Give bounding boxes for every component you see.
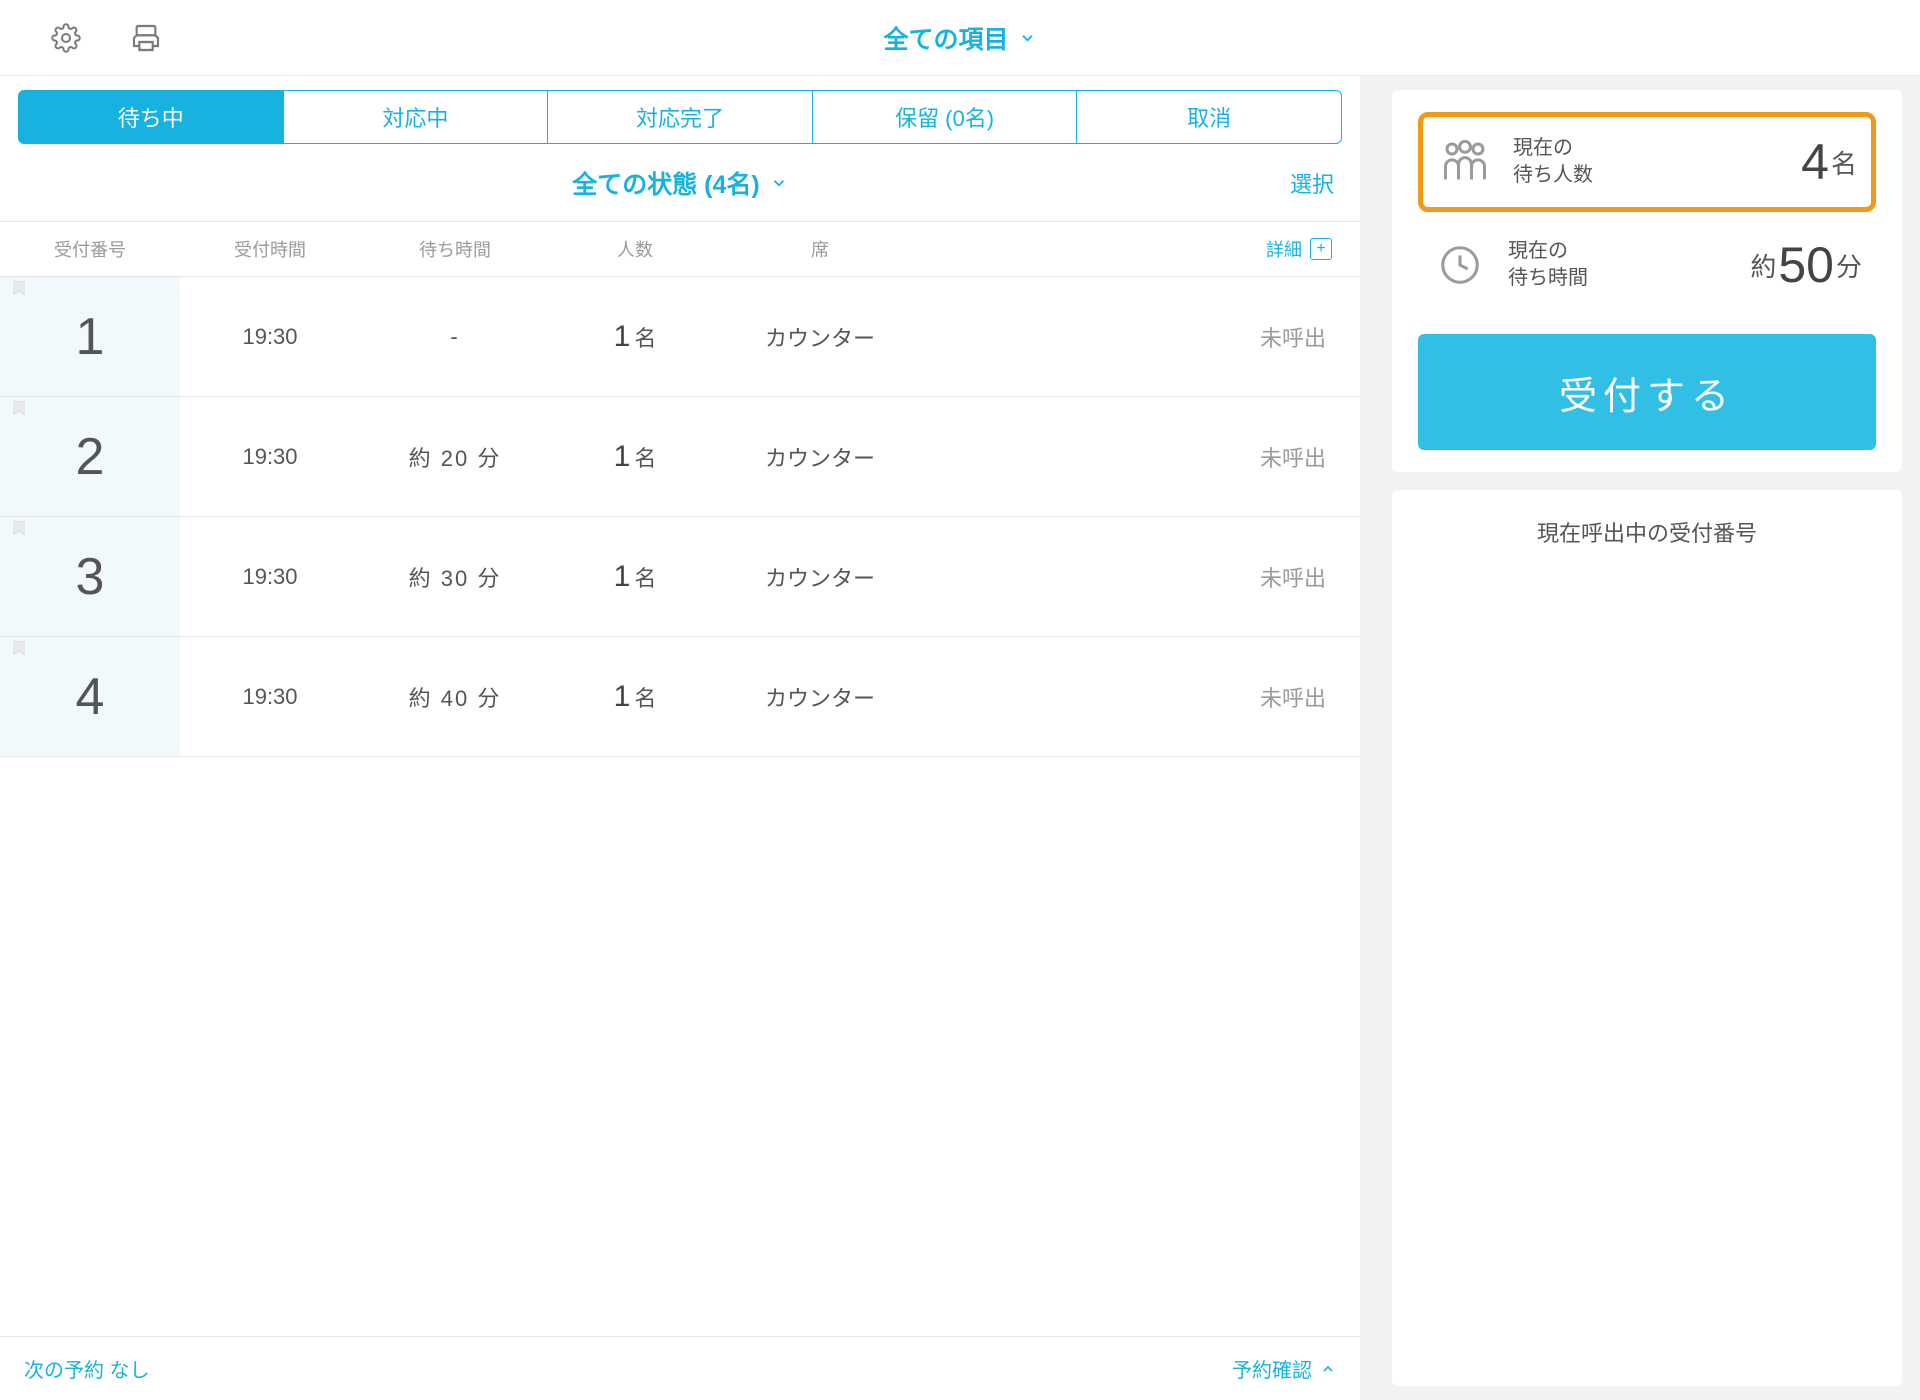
- settings-button[interactable]: [44, 16, 88, 60]
- cell-seat: カウンター: [720, 561, 920, 593]
- queue-panel: 待ち中 対応中 対応完了 保留 (0名) 取消 全ての状態 (4名) 選択 受付…: [0, 76, 1374, 1400]
- table-row[interactable]: 319:30約 30 分1名カウンター未呼出: [0, 517, 1360, 637]
- wait-time-prefix: 約: [1750, 247, 1776, 284]
- accept-button[interactable]: 受付する: [1418, 334, 1876, 450]
- stat-wait-time: 現在の 待ち時間 約 50 分: [1418, 220, 1876, 310]
- wait-time-l1: 現在の: [1508, 238, 1588, 265]
- cell-people: 1名: [550, 440, 720, 474]
- status-tabbar: 待ち中 対応中 対応完了 保留 (0名) 取消: [0, 76, 1360, 144]
- tab-cancel[interactable]: 取消: [1077, 90, 1342, 144]
- people-icon: [1439, 136, 1491, 188]
- wait-people-l2: 待ち人数: [1513, 162, 1593, 189]
- cell-recv-time: 19:30: [180, 444, 360, 470]
- wait-people-suffix: 名: [1831, 144, 1857, 181]
- bookmark-icon: [10, 396, 28, 420]
- table-row[interactable]: 419:30約 40 分1名カウンター未呼出: [0, 637, 1360, 757]
- cell-recv-time: 19:30: [180, 324, 360, 350]
- select-button[interactable]: 選択: [1290, 167, 1334, 199]
- cell-status: 未呼出: [920, 561, 1360, 593]
- filter-dropdown[interactable]: 全ての状態 (4名): [572, 165, 788, 201]
- calling-title: 現在呼出中の受付番号: [1418, 516, 1876, 548]
- col-seat: 席: [720, 236, 920, 262]
- cell-seat: カウンター: [720, 441, 920, 473]
- col-wait-time: 待ち時間: [360, 236, 550, 262]
- bookmark-icon: [10, 636, 28, 660]
- detail-label: 詳細: [1266, 236, 1302, 262]
- confirm-label: 予約確認: [1232, 1354, 1312, 1383]
- next-reservation[interactable]: 次の予約 なし: [24, 1354, 150, 1383]
- table-row[interactable]: 119:30-1名カウンター未呼出: [0, 277, 1360, 397]
- reservation-confirm[interactable]: 予約確認: [1232, 1354, 1336, 1383]
- chevron-up-icon: [1320, 1361, 1336, 1377]
- cell-seat: カウンター: [720, 321, 920, 353]
- chevron-down-icon: [1019, 29, 1037, 47]
- cell-status: 未呼出: [920, 321, 1360, 353]
- cell-status: 未呼出: [920, 441, 1360, 473]
- table-row[interactable]: 219:30約 20 分1名カウンター未呼出: [0, 397, 1360, 517]
- cell-recv-time: 19:30: [180, 684, 360, 710]
- wait-time-l2: 待ち時間: [1508, 265, 1588, 292]
- tab-hold[interactable]: 保留 (0名): [813, 90, 1078, 144]
- printer-icon: [130, 22, 162, 54]
- cell-wait-time: 約 40 分: [360, 681, 550, 713]
- cell-seat: カウンター: [720, 681, 920, 713]
- wait-people-value: 4: [1801, 137, 1829, 187]
- footer-bar: 次の予約 なし 予約確認: [0, 1336, 1360, 1400]
- stat-card: 現在の 待ち人数 4 名 現在の 待ち時間: [1392, 90, 1902, 472]
- cell-recv-time: 19:30: [180, 564, 360, 590]
- side-panel: 現在の 待ち人数 4 名 現在の 待ち時間: [1374, 76, 1920, 1400]
- col-recv-time: 受付時間: [180, 236, 360, 262]
- gear-icon: [51, 23, 81, 53]
- filter-label: 全ての状態 (4名): [572, 165, 760, 201]
- col-detail[interactable]: 詳細 +: [920, 236, 1344, 262]
- cell-wait-time: 約 20 分: [360, 441, 550, 473]
- bookmark-icon: [10, 277, 28, 300]
- wait-people-l1: 現在の: [1513, 135, 1593, 162]
- cell-people: 1名: [550, 320, 720, 354]
- cell-wait-time: 約 30 分: [360, 561, 550, 593]
- filter-row: 全ての状態 (4名) 選択: [0, 144, 1360, 222]
- col-people: 人数: [550, 236, 720, 262]
- tab-done[interactable]: 対応完了: [548, 90, 813, 144]
- wait-time-value: 50: [1778, 240, 1834, 290]
- clock-icon: [1437, 242, 1483, 288]
- column-headers: 受付番号 受付時間 待ち時間 人数 席 詳細 +: [0, 222, 1360, 277]
- chevron-down-icon: [770, 174, 788, 192]
- printer-button[interactable]: [124, 16, 168, 60]
- queue-rows: 119:30-1名カウンター未呼出219:30約 20 分1名カウンター未呼出3…: [0, 277, 1360, 1336]
- category-dropdown[interactable]: 全ての項目: [883, 20, 1036, 56]
- cell-status: 未呼出: [920, 681, 1360, 713]
- stat-wait-people: 現在の 待ち人数 4 名: [1418, 112, 1876, 212]
- cell-people: 1名: [550, 680, 720, 714]
- cell-people: 1名: [550, 560, 720, 594]
- wait-time-suffix: 分: [1836, 247, 1862, 284]
- plus-icon: +: [1310, 238, 1332, 260]
- topbar: 全ての項目: [0, 0, 1920, 76]
- category-label: 全ての項目: [883, 20, 1008, 56]
- cell-wait-time: -: [360, 324, 550, 350]
- bookmark-icon: [10, 516, 28, 540]
- tab-serving[interactable]: 対応中: [284, 90, 549, 144]
- calling-card: 現在呼出中の受付番号: [1392, 490, 1902, 1386]
- col-number: 受付番号: [0, 236, 180, 262]
- tab-waiting[interactable]: 待ち中: [18, 90, 284, 144]
